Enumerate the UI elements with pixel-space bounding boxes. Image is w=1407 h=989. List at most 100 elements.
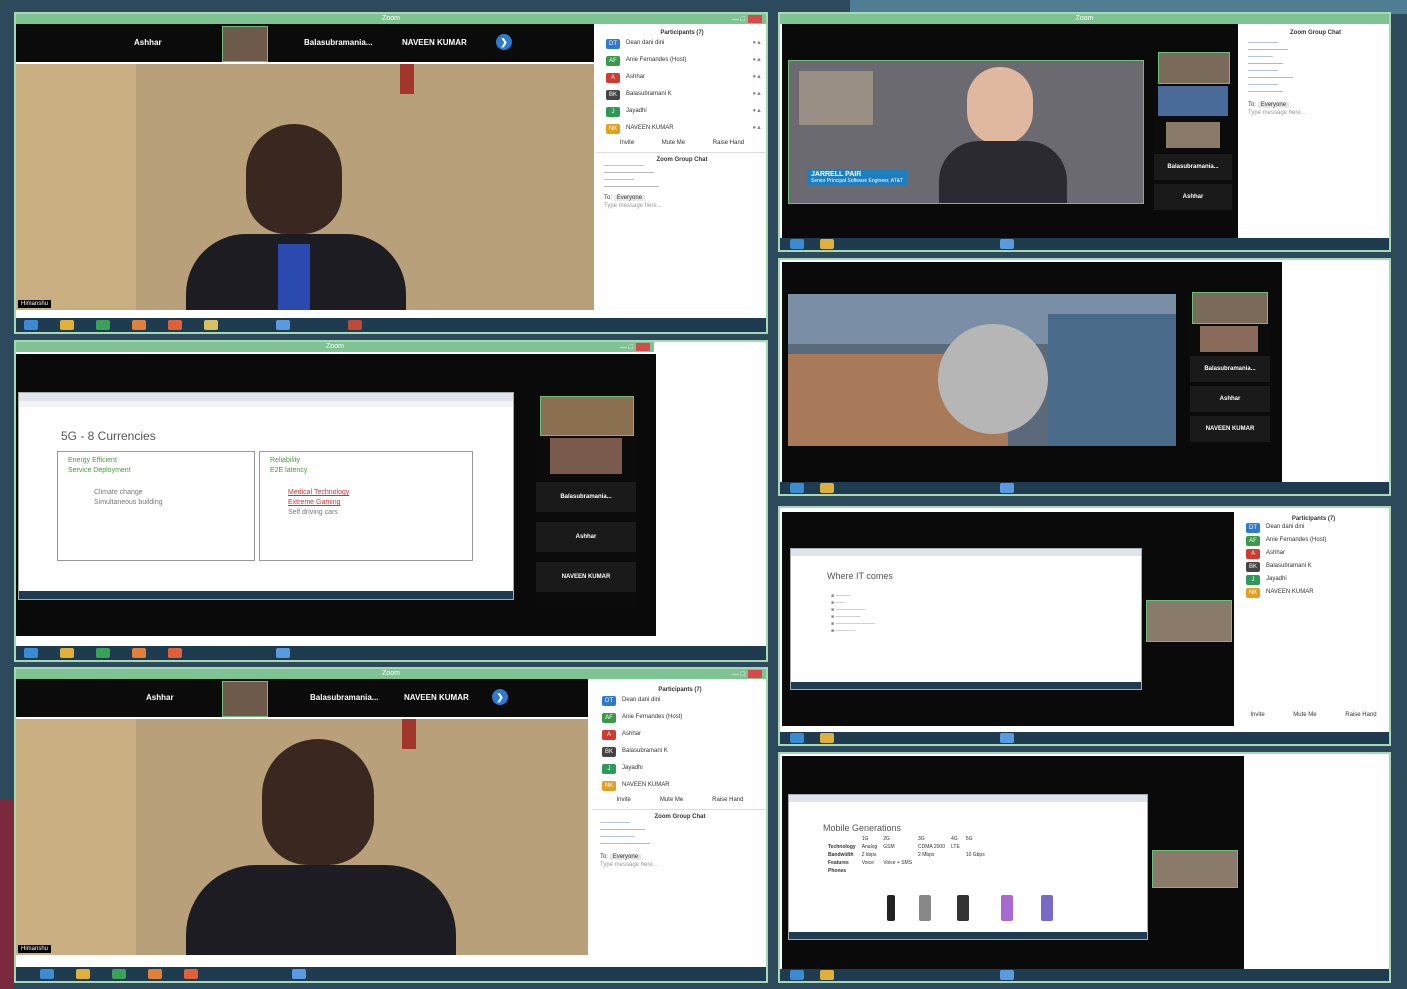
participant-row[interactable]: AF Anie Fernandes (Host) ●▲ — [596, 53, 766, 70]
participant-row[interactable]: A Ashhar ●▲ — [596, 70, 766, 87]
participant-tile[interactable]: NAVEEN KUMAR — [1190, 416, 1270, 442]
window-controls[interactable]: — □ — [732, 15, 762, 25]
slide-link[interactable]: Extreme Gaming — [270, 498, 462, 508]
participant-row[interactable]: A Ashhar — [592, 727, 766, 744]
ie-icon[interactable] — [790, 733, 804, 743]
ie-icon[interactable] — [790, 970, 804, 980]
chrome-icon[interactable] — [76, 969, 90, 979]
participant-row[interactable]: DT Dean dani dini ●▲ — [596, 36, 766, 53]
participant-row[interactable]: BK Balasubramani K — [1236, 561, 1389, 574]
ie-icon[interactable] — [24, 648, 38, 658]
participant-row[interactable]: AF Anie Fernandes (Host) — [592, 710, 766, 727]
chat-to-value[interactable]: Everyone — [613, 195, 646, 201]
app-icon[interactable] — [96, 648, 110, 658]
chrome-icon[interactable] — [820, 733, 834, 743]
participant-row[interactable]: DT Dean dani dini — [1236, 522, 1389, 535]
participant-row[interactable]: J Jayadhi ●▲ — [596, 104, 766, 121]
next-page-icon[interactable]: ❯ — [496, 34, 512, 50]
mute-me-button[interactable]: Mute Me — [662, 140, 685, 146]
chat-recipient[interactable]: To: Everyone — [596, 191, 766, 201]
video-thumbnail[interactable] — [550, 438, 622, 474]
zoom-icon[interactable] — [1000, 483, 1014, 493]
participant-row[interactable]: AF Anie Fernandes (Host) — [1236, 535, 1389, 548]
mic-icon[interactable]: ●▲ — [752, 108, 762, 114]
participant-row[interactable]: NK NAVEEN KUMAR ●▲ — [596, 121, 766, 138]
invite-button[interactable]: Invite — [1250, 712, 1264, 718]
video-thumbnail[interactable] — [1166, 122, 1220, 148]
zoom-icon[interactable] — [1000, 239, 1014, 249]
participant-tile[interactable]: Ashhar — [536, 522, 636, 552]
media-icon[interactable] — [148, 969, 162, 979]
chat-input[interactable]: Type message here... — [1240, 108, 1389, 118]
participant-row[interactable]: J Jayadhi — [592, 761, 766, 778]
chrome-icon[interactable] — [820, 483, 834, 493]
chat-recipient[interactable]: To: Everyone — [1240, 96, 1389, 108]
strip-thumbnail[interactable] — [222, 681, 268, 717]
firefox-icon[interactable] — [184, 969, 198, 979]
participant-row[interactable]: BK Balasubramani K — [592, 744, 766, 761]
participant-tile[interactable]: Balasubramania... — [1190, 356, 1270, 382]
media-icon[interactable] — [132, 648, 146, 658]
chrome-icon[interactable] — [60, 320, 74, 330]
slide-link[interactable]: Medical Technology — [270, 488, 462, 498]
raise-hand-button[interactable]: Raise Hand — [1345, 712, 1376, 718]
app-icon[interactable] — [96, 320, 110, 330]
app-icon[interactable] — [112, 969, 126, 979]
participant-tile[interactable]: Balasubramania... — [1154, 154, 1232, 180]
ie-icon[interactable] — [790, 483, 804, 493]
close-icon[interactable] — [748, 15, 762, 23]
mute-me-button[interactable]: Mute Me — [660, 797, 683, 803]
media-icon[interactable] — [132, 320, 146, 330]
participant-row[interactable]: NK NAVEEN KUMAR — [592, 778, 766, 795]
zoom-icon[interactable] — [276, 648, 290, 658]
close-icon[interactable] — [748, 670, 762, 678]
zoom-icon[interactable] — [1000, 733, 1014, 743]
video-thumbnail[interactable] — [1158, 86, 1228, 116]
mic-icon[interactable]: ●▲ — [752, 57, 762, 63]
window-controls[interactable]: — □ — [732, 670, 762, 680]
invite-button[interactable]: Invite — [616, 797, 630, 803]
window-controls[interactable]: — □ — [620, 343, 650, 353]
video-thumbnail[interactable] — [1152, 850, 1238, 888]
chat-to-value[interactable]: Everyone — [1257, 102, 1290, 108]
video-thumbnail[interactable] — [1200, 326, 1258, 352]
firefox-icon[interactable] — [168, 320, 182, 330]
participant-row[interactable]: DT Dean dani dini — [592, 693, 766, 710]
video-thumbnail[interactable] — [1146, 600, 1232, 642]
chat-input[interactable]: Type message here... — [592, 860, 766, 870]
zoom-icon[interactable] — [292, 969, 306, 979]
chrome-icon[interactable] — [60, 648, 74, 658]
ie-icon[interactable] — [40, 969, 54, 979]
participant-row[interactable]: J Jayadhi — [1236, 574, 1389, 587]
mic-icon[interactable]: ●▲ — [752, 40, 762, 46]
invite-button[interactable]: Invite — [620, 140, 634, 146]
close-icon[interactable] — [636, 343, 650, 351]
raise-hand-button[interactable]: Raise Hand — [713, 140, 744, 146]
video-thumbnail[interactable] — [1158, 52, 1230, 84]
participant-tile[interactable]: Balasubramania... — [536, 482, 636, 512]
ie-icon[interactable] — [790, 239, 804, 249]
participant-tile[interactable]: Ashhar — [1190, 386, 1270, 412]
firefox-icon[interactable] — [168, 648, 182, 658]
participant-tile[interactable]: Ashhar — [1154, 184, 1232, 210]
chrome-icon[interactable] — [820, 970, 834, 980]
raise-hand-button[interactable]: Raise Hand — [712, 797, 743, 803]
zoom-icon[interactable] — [1000, 970, 1014, 980]
app-icon[interactable] — [348, 320, 362, 330]
chat-recipient[interactable]: To: Everyone — [592, 848, 766, 860]
ie-icon[interactable] — [24, 320, 38, 330]
chat-input[interactable]: Type message here... — [596, 201, 766, 211]
mic-icon[interactable]: ●▲ — [752, 91, 762, 97]
strip-thumbnail[interactable] — [222, 26, 268, 62]
browser-address-bar[interactable] — [19, 401, 513, 407]
participant-row[interactable]: A Ashhar — [1236, 548, 1389, 561]
video-thumbnail[interactable] — [540, 396, 634, 436]
mute-me-button[interactable]: Mute Me — [1293, 712, 1316, 718]
chrome-icon[interactable] — [820, 239, 834, 249]
next-page-icon[interactable]: ❯ — [492, 689, 508, 705]
mic-icon[interactable]: ●▲ — [752, 125, 762, 131]
video-thumbnail[interactable] — [1192, 292, 1268, 324]
mic-icon[interactable]: ●▲ — [752, 74, 762, 80]
participant-row[interactable]: BK Balasubramani K ●▲ — [596, 87, 766, 104]
participant-row[interactable]: NK NAVEEN KUMAR — [1236, 587, 1389, 600]
